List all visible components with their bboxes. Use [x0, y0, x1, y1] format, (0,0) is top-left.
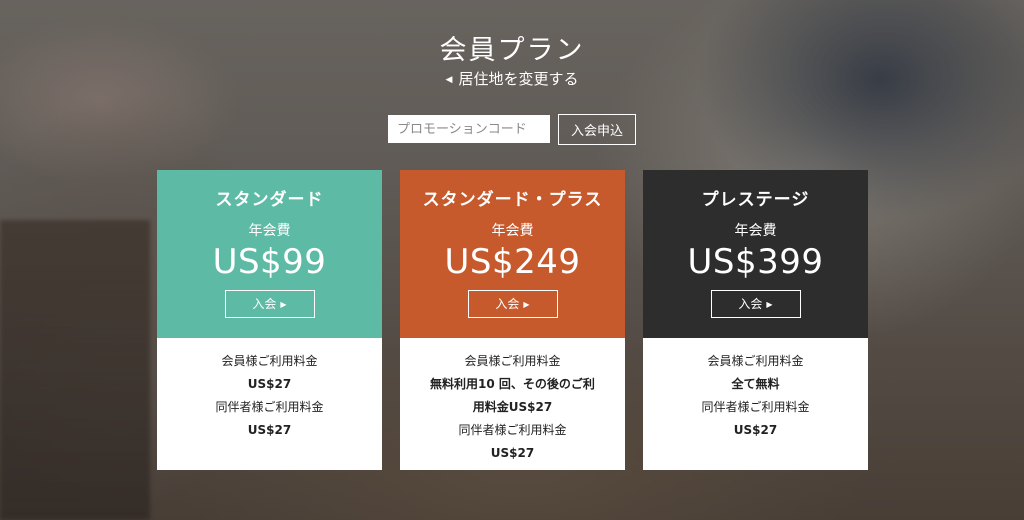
- join-button-label: 入会: [738, 297, 763, 311]
- annual-fee-label: 年会費: [248, 223, 291, 239]
- member-fee-value: US$27: [247, 377, 292, 391]
- plan-name: プレステージ: [701, 190, 810, 210]
- caret-right-icon: ▶: [280, 300, 287, 309]
- guest-fee-label: 同伴者様ご利用料金: [701, 400, 810, 414]
- member-fee-value: 全て無料: [731, 377, 780, 391]
- guest-fee-label: 同伴者様ご利用料金: [215, 400, 324, 414]
- join-button-label: 入会: [495, 297, 520, 311]
- plan-cards: スタンダード 年会費 US$99 入会 ▶ 会員様ご利用料金 US$27 同伴者様…: [157, 170, 868, 470]
- member-fee-label: 会員様ご利用料金: [221, 354, 318, 368]
- plan-name: スタンダード・プラス: [422, 190, 603, 210]
- plan-details: 会員様ご利用料金 US$27 同伴者様ご利用料金 US$27: [157, 338, 382, 470]
- plan-price: US$249: [444, 242, 581, 282]
- plan-card-prestige: プレステージ 年会費 US$399 入会 ▶ 会員様ご利用料金 全て無料 同伴者様…: [643, 170, 868, 470]
- page-title: 会員プラン: [439, 35, 585, 66]
- member-fee-label: 会員様ご利用料金: [464, 354, 561, 368]
- change-residence-label: 居住地を変更する: [458, 70, 579, 88]
- guest-fee-label: 同伴者様ご利用料金: [458, 423, 567, 437]
- member-fee-label: 会員様ご利用料金: [707, 354, 804, 368]
- apply-join-button[interactable]: 入会申込: [557, 114, 636, 145]
- annual-fee-label: 年会費: [491, 223, 534, 239]
- plan-card-header: プレステージ 年会費 US$399 入会 ▶: [643, 170, 868, 338]
- annual-fee-label: 年会費: [734, 223, 777, 239]
- caret-right-icon: ▶: [523, 300, 530, 309]
- plan-price: US$399: [687, 242, 824, 282]
- guest-fee-value: US$27: [247, 423, 292, 437]
- guest-fee-value: US$27: [490, 446, 535, 460]
- plan-name: スタンダード: [215, 190, 324, 210]
- plan-details: 会員様ご利用料金 全て無料 同伴者様ご利用料金 US$27: [643, 338, 868, 470]
- plan-card-standard: スタンダード 年会費 US$99 入会 ▶ 会員様ご利用料金 US$27 同伴者様…: [157, 170, 382, 470]
- member-fee-value-line2: 用料金US$27: [472, 400, 553, 414]
- promo-code-input[interactable]: [387, 115, 550, 143]
- join-button-label: 入会: [252, 297, 277, 311]
- promo-row: 入会申込: [0, 114, 1024, 145]
- caret-right-icon: ▶: [766, 300, 773, 309]
- plan-card-header: スタンダード・プラス 年会費 US$249 入会 ▶: [400, 170, 625, 338]
- plan-price: US$99: [212, 242, 327, 282]
- triangle-left-icon: ◀: [445, 75, 453, 85]
- join-prestige-button[interactable]: 入会 ▶: [710, 290, 801, 318]
- member-fee-value-line1: 無料利用10 回、その後のご利: [430, 377, 595, 391]
- guest-fee-value: US$27: [733, 423, 778, 437]
- plan-card-header: スタンダード 年会費 US$99 入会 ▶: [157, 170, 382, 338]
- change-residence-link[interactable]: ◀ 居住地を変更する: [0, 68, 1024, 89]
- membership-page: 会員プラン ◀ 居住地を変更する 入会申込 スタンダード 年会費 US$99 入会…: [0, 0, 1024, 520]
- join-standard-plus-button[interactable]: 入会 ▶: [467, 290, 558, 318]
- plan-details: 会員様ご利用料金 無料利用10 回、その後のご利 用料金US$27 同伴者様ご利…: [400, 338, 625, 470]
- join-standard-button[interactable]: 入会 ▶: [224, 290, 315, 318]
- plan-card-standard-plus: スタンダード・プラス 年会費 US$249 入会 ▶ 会員様ご利用料金 無料利用1…: [400, 170, 625, 470]
